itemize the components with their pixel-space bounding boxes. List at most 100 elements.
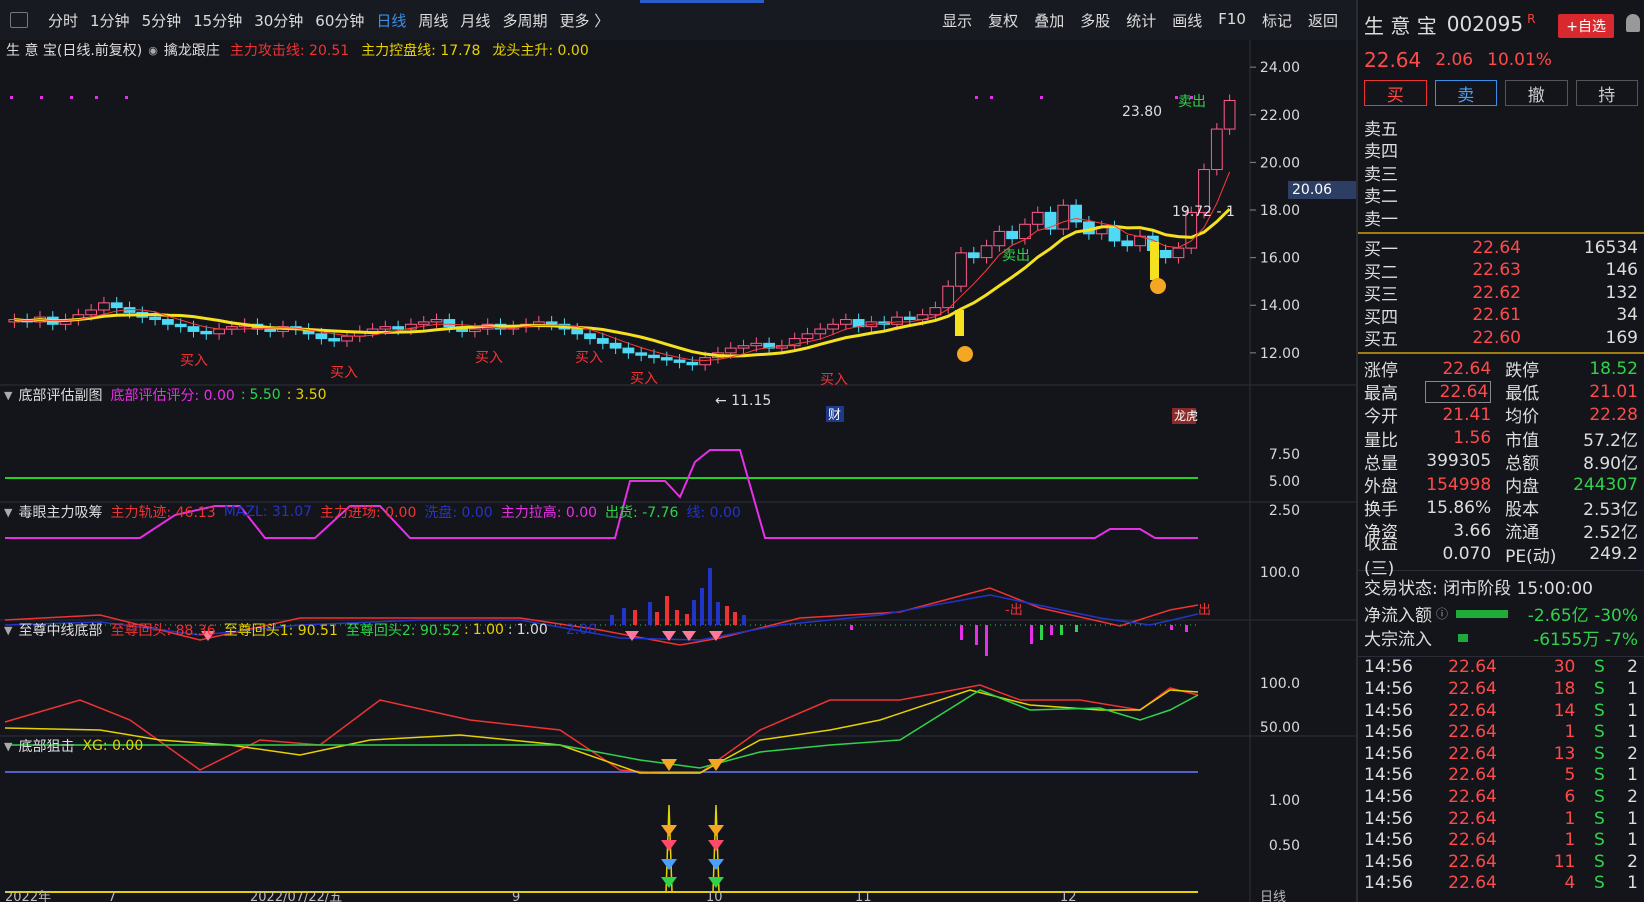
menu-item[interactable]: 多股	[1072, 10, 1118, 31]
tick-list[interactable]: 14:56 22.64 30 S 2 14:56 22.64 18 S 1 14:56 22.64 14…	[1358, 655, 1644, 895]
control-line-value: 主力控盘线: 17.78	[361, 43, 481, 59]
tick-n: 1	[1627, 679, 1638, 700]
candle-body	[341, 335, 353, 342]
volume-bar	[692, 600, 696, 625]
tick-p: 22.64	[1448, 830, 1497, 851]
volume-bar	[1050, 625, 1053, 635]
candle-body	[315, 333, 328, 340]
cancel-order-button[interactable]: 撤	[1505, 80, 1568, 106]
stat-label: 均价	[1505, 407, 1540, 428]
last-price: 22.64	[1364, 48, 1422, 72]
collapse-icon[interactable]: ▼	[4, 624, 12, 637]
candle-body	[724, 347, 737, 354]
collapse-icon[interactable]: ▼	[4, 506, 12, 519]
bid-p: 22.63	[1472, 260, 1521, 281]
ask-lbl: 卖二	[1364, 187, 1398, 208]
volume-bar	[665, 596, 669, 625]
buy-button[interactable]: 买	[1364, 80, 1427, 106]
flow2-value: -6155万 -7%	[1533, 630, 1638, 651]
bid-lbl: 买一	[1364, 240, 1398, 261]
period-tab[interactable]: 60分钟	[309, 10, 370, 31]
ask-row: 卖五	[1364, 116, 1638, 140]
menu-item[interactable]: 标记	[1254, 10, 1300, 31]
tick-s: S	[1593, 851, 1605, 872]
sub2-e: 主力拉高: 0.00	[500, 505, 598, 521]
y-tick-label: 5.00	[1269, 474, 1300, 490]
tick-n: 1	[1627, 700, 1638, 721]
menu-item[interactable]: 叠加	[1026, 10, 1072, 31]
volume-bar	[960, 625, 963, 640]
flow1-bar	[1456, 609, 1509, 618]
volume-bar	[1030, 625, 1033, 644]
flow-row-block: 大宗流入 -6155万 -7%	[1364, 626, 1638, 650]
menu-item[interactable]: 复权	[980, 10, 1026, 31]
chart-canvas[interactable]: 24.00 22.00 20.00 18.00 16.00 14.00 12.00 23.80…	[0, 40, 1356, 902]
tick-p: 22.64	[1448, 700, 1497, 721]
volume-bar	[700, 588, 704, 625]
menu-item[interactable]: 统计	[1118, 10, 1164, 31]
period-tab[interactable]: 30分钟	[248, 10, 309, 31]
tick-p: 22.64	[1448, 765, 1497, 786]
collapse-icon[interactable]: ▼	[4, 389, 12, 402]
sub3-header: ▼ 至尊中线底部 至尊回头: 88.36 至尊回头1: 90.51 至尊回头2:…	[0, 620, 597, 640]
bid-p: 22.62	[1472, 282, 1521, 303]
menu-item[interactable]: 显示	[934, 10, 980, 31]
volume-bar	[655, 612, 659, 625]
bell-icon[interactable]	[1626, 14, 1640, 32]
ask-book: 卖五 卖四 卖三 卖二 卖一	[1358, 116, 1644, 230]
sub3-sep2: :	[507, 622, 513, 638]
tick-t: 14:56	[1364, 657, 1413, 678]
tick-row: 14:56 22.64 6 S 2	[1364, 786, 1638, 808]
sell-button[interactable]: 卖	[1434, 80, 1497, 106]
bid-v: 16534	[1583, 237, 1638, 258]
window-toggle-icon[interactable]	[10, 12, 28, 28]
period-tab[interactable]: 周线	[412, 10, 454, 31]
menu-item[interactable]: 画线	[1164, 10, 1210, 31]
chart-area[interactable]: 24.00 22.00 20.00 18.00 16.00 14.00 12.00 23.80…	[0, 40, 1356, 902]
period-tab[interactable]: 分时	[42, 10, 84, 31]
x-tick-label: 11	[855, 890, 872, 902]
tick-p: 22.64	[1448, 808, 1497, 829]
stat-label: 今开	[1364, 407, 1398, 428]
period-tab[interactable]: 更多 〉	[553, 10, 615, 31]
quote-price-row: 22.64 2.06 10.01%	[1358, 48, 1644, 72]
candle-body	[903, 316, 916, 321]
stat-label: 内盘	[1505, 477, 1540, 498]
stat-label: 收益(三)	[1364, 534, 1398, 580]
y-tick-label: 20.00	[1260, 155, 1300, 171]
stat-label: 跌停	[1505, 361, 1540, 382]
bid-p: 22.64	[1472, 237, 1521, 258]
period-tab[interactable]: 15分钟	[187, 10, 248, 31]
flow-section: 净流入额 ⓘ -2.65亿 -30% 大宗流入 -6155万 -7%	[1358, 602, 1644, 650]
add-watchlist-button[interactable]: +自选	[1558, 14, 1614, 38]
collapse-icon[interactable]: ▼	[4, 740, 12, 753]
menu-item[interactable]: F10	[1210, 10, 1254, 31]
period-tab[interactable]: 月线	[454, 10, 496, 31]
signal-dot	[95, 96, 98, 99]
candle-body	[264, 328, 277, 332]
stat-label: 股本	[1505, 500, 1540, 521]
tick-n: 1	[1627, 722, 1638, 743]
sub3-b: 至尊回头1: 90.51	[223, 623, 338, 639]
stat-value: 22.28	[1589, 404, 1638, 425]
candle-body	[1108, 226, 1121, 242]
period-tab[interactable]: 日线	[370, 10, 412, 31]
quote-panel: 生 意 宝 002095 R +自选 22.64 2.06 10.01% 买 卖…	[1356, 0, 1644, 902]
tick-s: S	[1593, 679, 1605, 700]
period-tab[interactable]: 多周期	[496, 10, 553, 31]
period-tab[interactable]: 1分钟	[84, 10, 136, 31]
volume-bar	[725, 606, 729, 625]
candle-body	[213, 328, 225, 335]
signal-dot	[1040, 96, 1043, 99]
period-tab[interactable]: 5分钟	[136, 10, 188, 31]
position-button[interactable]: 持	[1575, 80, 1638, 106]
stat-value: 0.070	[1442, 544, 1492, 565]
indicator-toggle-icon[interactable]: ◉	[148, 44, 158, 57]
menu-item[interactable]: 返回	[1300, 10, 1346, 31]
info-icon[interactable]: ⓘ	[1436, 605, 1448, 622]
tick-q: 1	[1564, 808, 1576, 829]
stat-label: 外盘	[1364, 477, 1398, 498]
tick-q: 1	[1564, 830, 1576, 851]
candle-body	[1210, 128, 1223, 171]
stock-code: 002095	[1446, 12, 1524, 36]
